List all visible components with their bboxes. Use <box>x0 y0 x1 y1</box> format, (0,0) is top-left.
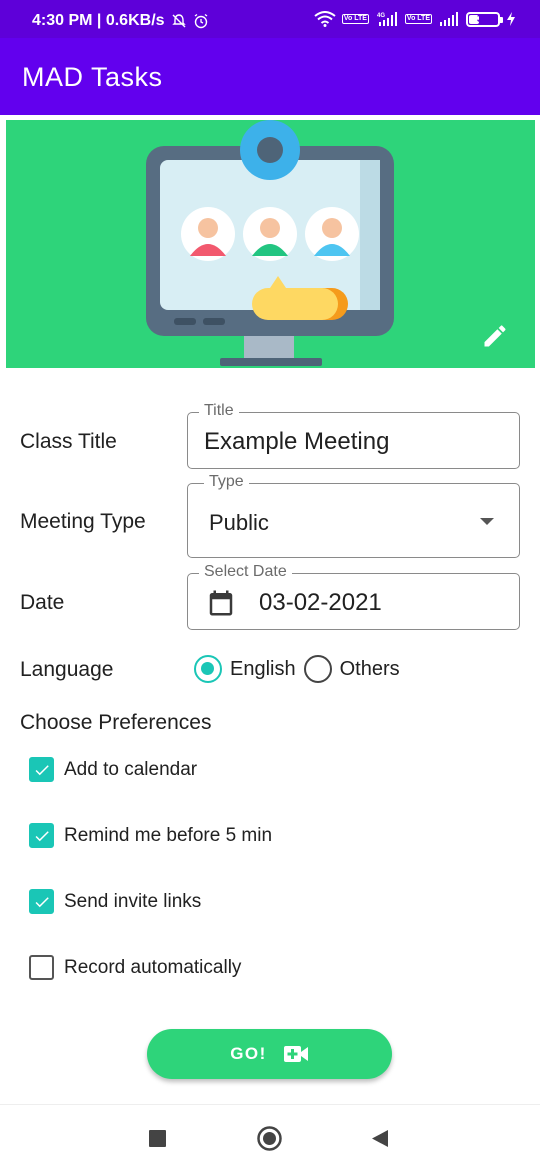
video-add-icon <box>283 1046 308 1062</box>
date-label: Date <box>20 591 65 614</box>
battery-icon: 34 <box>466 11 503 27</box>
app-bar: MAD Tasks <box>0 38 540 115</box>
date-field-legend: Select Date <box>199 563 292 581</box>
status-bar: 4:30 PM | 0.6KB/s Vo LTE 4G Vo LTE 34 <box>0 0 540 38</box>
volte-badge-2: Vo LTE <box>404 14 432 24</box>
radio-english-label[interactable]: English <box>230 658 296 681</box>
pref-record-automatically-label[interactable]: Record automatically <box>64 957 241 979</box>
home-circle-icon[interactable] <box>257 1126 282 1151</box>
edit-image-button[interactable] <box>477 318 513 354</box>
radio-others-label[interactable]: Others <box>340 658 400 681</box>
checkmark-icon <box>35 896 49 907</box>
checkbox-checked-icon[interactable] <box>29 823 54 848</box>
checkbox-unchecked-icon[interactable] <box>29 955 54 980</box>
radio-others-indicator[interactable] <box>303 655 332 683</box>
radio-english[interactable]: English <box>194 655 296 683</box>
status-right: Vo LTE 4G Vo LTE 34 <box>314 11 516 27</box>
date-field[interactable]: Select Date 03-02-2021 <box>187 563 520 630</box>
preferences-title: Choose Preferences <box>20 711 212 734</box>
pref-send-invite[interactable]: Send invite links <box>29 889 201 914</box>
pref-add-to-calendar-label[interactable]: Add to calendar <box>64 759 197 781</box>
checkmark-icon <box>35 764 49 775</box>
video-meeting-illustration <box>146 120 394 366</box>
status-time: 4:30 PM | 0.6KB/s <box>32 12 165 29</box>
banner-image[interactable] <box>6 120 535 368</box>
wifi-icon <box>314 11 336 27</box>
pref-remind-me[interactable]: Remind me before 5 min <box>29 823 272 848</box>
signal-4g-icon: 4G <box>377 12 397 26</box>
recents-square-icon[interactable] <box>149 1130 166 1147</box>
alarm-off-icon <box>171 14 186 28</box>
dropdown-arrow-icon <box>480 518 494 525</box>
title-field-legend: Title <box>199 402 239 420</box>
calendar-icon[interactable] <box>206 588 236 618</box>
system-nav-bar <box>0 1104 540 1170</box>
pref-send-invite-label[interactable]: Send invite links <box>64 891 201 913</box>
radio-english-indicator[interactable] <box>194 655 222 683</box>
go-button-label: GO! <box>230 1044 267 1063</box>
alarm-clock-icon <box>194 13 207 29</box>
title-field-value: Example Meeting <box>204 428 390 455</box>
pencil-icon <box>484 325 506 347</box>
checkmark-icon <box>35 830 49 841</box>
checkbox-checked-icon[interactable] <box>29 757 54 782</box>
pref-add-to-calendar[interactable]: Add to calendar <box>29 757 197 782</box>
battery-level-text: 34 <box>476 13 490 25</box>
class-title-label: Class Title <box>20 430 117 453</box>
meeting-type-value: Public <box>209 510 269 535</box>
charging-icon <box>507 12 515 26</box>
go-button[interactable]: GO! <box>147 1029 392 1079</box>
svg-text:4G: 4G <box>377 13 385 19</box>
volte-badge: Vo LTE <box>341 14 369 24</box>
meeting-type-label: Meeting Type <box>20 510 146 533</box>
app-title: MAD Tasks <box>22 62 163 92</box>
status-left: 4:30 PM | 0.6KB/s <box>32 12 209 30</box>
language-radio-group: English Others <box>194 655 408 683</box>
meeting-type-select[interactable]: Type Public <box>187 473 520 558</box>
pref-remind-me-label[interactable]: Remind me before 5 min <box>64 825 272 847</box>
signal-icon <box>440 12 458 26</box>
date-field-value: 03-02-2021 <box>259 589 382 616</box>
language-label: Language <box>20 658 114 681</box>
title-field[interactable]: Title Example Meeting <box>187 402 520 469</box>
back-triangle-icon[interactable] <box>371 1129 389 1148</box>
pref-record-automatically[interactable]: Record automatically <box>29 955 241 980</box>
radio-others[interactable]: Others <box>303 655 400 683</box>
checkbox-checked-icon[interactable] <box>29 889 54 914</box>
meeting-type-legend: Type <box>204 473 249 491</box>
